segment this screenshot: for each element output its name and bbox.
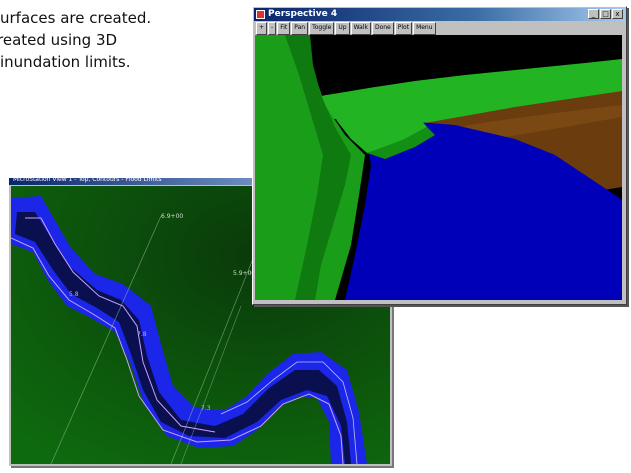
caption-line-3: inundation limits. [0, 53, 131, 71]
perspective-title: Perspective 4 [268, 9, 338, 19]
zoom-in-button[interactable]: + [256, 22, 268, 35]
maximize-button[interactable]: □ [600, 9, 611, 19]
toggle-button[interactable]: Toggle [309, 22, 335, 35]
map-title: MicroStation View 1 - Top, Contours - Fl… [13, 176, 162, 183]
contour-label: 5.8 [69, 291, 79, 298]
caption-line-2: reated using 3D [0, 31, 118, 49]
menu-button[interactable]: Menu [413, 22, 436, 35]
terrain-render [255, 35, 622, 300]
window-controls: _ □ x [588, 9, 623, 19]
contour-label: 6.9+00 [161, 213, 183, 220]
done-button[interactable]: Done [371, 22, 394, 35]
fit-button[interactable]: Fit [277, 22, 291, 35]
close-button[interactable]: x [612, 9, 623, 19]
perspective-window[interactable]: Perspective 4 _ □ x + - Fit Pan Toggle U… [252, 6, 627, 305]
minimize-button[interactable]: _ [588, 9, 599, 19]
contour-label: 7.8 [137, 331, 147, 338]
view-toolbar: + - Fit Pan Toggle Up Walk Done Plot Men… [254, 22, 625, 35]
walk-button[interactable]: Walk [350, 22, 371, 35]
perspective-canvas[interactable] [255, 35, 622, 300]
up-button[interactable]: Up [335, 22, 350, 35]
pan-button[interactable]: Pan [291, 22, 309, 35]
zoom-out-button[interactable]: - [268, 22, 277, 35]
caption-line-1: urfaces are created. [0, 9, 152, 27]
plot-button[interactable]: Plot [394, 22, 413, 35]
contour-label: 7.3 [201, 405, 211, 412]
app-icon [256, 10, 265, 19]
description-caption: urfaces are created. reated using 3D inu… [0, 7, 260, 73]
perspective-titlebar[interactable]: Perspective 4 _ □ x [254, 8, 625, 21]
